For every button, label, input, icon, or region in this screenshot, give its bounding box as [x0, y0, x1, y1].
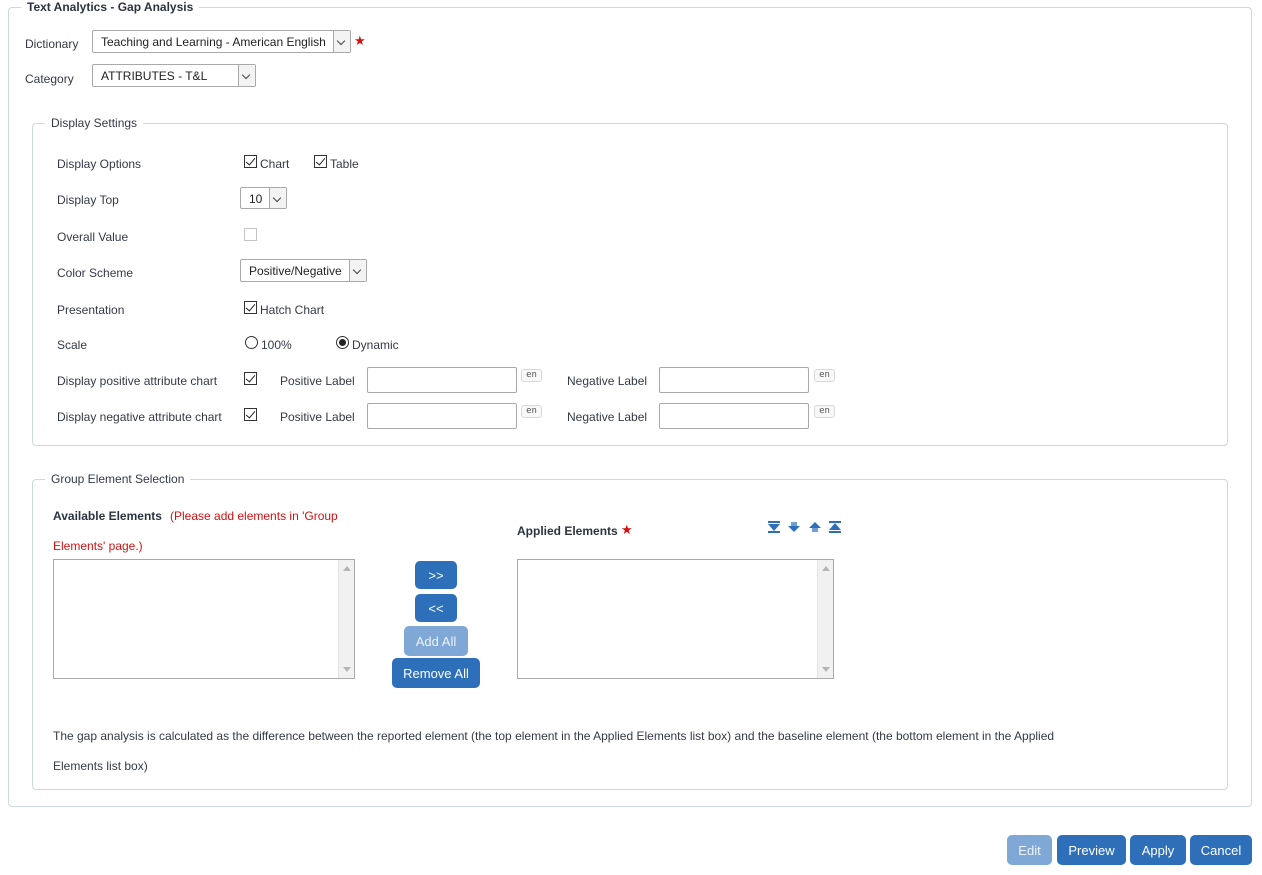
display-settings-panel: Display Settings — [32, 116, 1228, 446]
applied-elements-label: Applied Elements — [517, 524, 618, 538]
negative-chart-positive-label: Positive Label — [280, 410, 355, 424]
panel-title: Text Analytics - Gap Analysis — [27, 0, 194, 14]
add-all-button[interactable]: Add All — [404, 626, 468, 656]
display-options-label: Display Options — [57, 157, 142, 171]
language-tag[interactable]: en — [521, 369, 542, 382]
chevron-down-icon — [349, 260, 366, 281]
color-scheme-value: Positive/Negative — [249, 264, 342, 278]
required-star-icon: ★ — [354, 33, 366, 48]
scrollbar[interactable] — [338, 560, 354, 678]
positive-chart-label: Display positive attribute chart — [57, 374, 218, 388]
color-scheme-label: Color Scheme — [57, 266, 134, 280]
preview-button[interactable]: Preview — [1057, 835, 1126, 865]
group-selection-legend: Group Element Selection — [51, 472, 185, 486]
chevron-down-icon — [238, 65, 255, 86]
available-elements-note: (Please add elements in 'Group — [170, 509, 338, 523]
remove-all-button[interactable]: Remove All — [392, 658, 480, 688]
table-checkbox[interactable] — [314, 155, 327, 168]
negative-chart-positive-input[interactable] — [367, 403, 517, 429]
positive-chart-negative-input[interactable] — [659, 367, 809, 393]
scale-100-label: 100% — [261, 338, 292, 352]
required-star-icon: ★ — [621, 522, 633, 537]
positive-chart-positive-input[interactable] — [367, 367, 517, 393]
scale-dynamic-radio[interactable] — [336, 336, 349, 349]
display-top-label: Display Top — [57, 193, 119, 207]
positive-chart-checkbox[interactable] — [244, 372, 257, 385]
category-value: ATTRIBUTES - T&L — [101, 69, 208, 83]
applied-elements-list[interactable] — [517, 559, 834, 679]
language-tag[interactable]: en — [814, 369, 835, 382]
scale-dynamic-label: Dynamic — [352, 338, 399, 352]
chart-checkbox-label: Chart — [260, 157, 290, 171]
scale-label: Scale — [57, 338, 88, 352]
available-elements-list[interactable] — [53, 559, 355, 679]
dictionary-label: Dictionary — [25, 37, 79, 51]
negative-chart-label: Display negative attribute chart — [57, 410, 222, 424]
overall-value-checkbox[interactable] — [244, 228, 257, 241]
negative-chart-checkbox[interactable] — [244, 408, 257, 421]
dictionary-select[interactable]: Teaching and Learning - American English — [92, 30, 351, 53]
negative-chart-negative-input[interactable] — [659, 403, 809, 429]
remove-selected-button[interactable]: << — [415, 594, 457, 622]
gap-analysis-note-cont: Elements list box) — [53, 759, 148, 773]
table-checkbox-label: Table — [330, 157, 359, 171]
positive-chart-positive-label: Positive Label — [280, 374, 355, 388]
language-tag[interactable]: en — [814, 405, 835, 418]
scrollbar[interactable] — [817, 560, 833, 678]
available-elements-label: Available Elements — [53, 509, 162, 523]
cancel-button[interactable]: Cancel — [1190, 835, 1252, 865]
scale-100-radio[interactable] — [245, 336, 258, 349]
overall-value-label: Overall Value — [57, 230, 129, 244]
hatch-chart-label: Hatch Chart — [260, 303, 325, 317]
hatch-chart-checkbox[interactable] — [244, 301, 257, 314]
available-elements-note-cont: Elements' page.) — [53, 539, 143, 553]
chart-checkbox[interactable] — [244, 155, 257, 168]
category-label: Category — [25, 72, 74, 86]
move-up-icon[interactable] — [808, 521, 822, 533]
apply-button[interactable]: Apply — [1130, 835, 1186, 865]
presentation-label: Presentation — [57, 303, 125, 317]
color-scheme-select[interactable]: Positive/Negative — [240, 259, 367, 282]
move-bottom-icon[interactable] — [767, 521, 781, 533]
language-tag[interactable]: en — [521, 405, 542, 418]
gap-analysis-note: The gap analysis is calculated as the di… — [53, 729, 1055, 743]
dictionary-value: Teaching and Learning - American English — [101, 35, 326, 49]
display-top-select[interactable]: 10 — [240, 187, 287, 209]
chevron-down-icon — [333, 31, 350, 52]
move-top-icon[interactable] — [828, 521, 842, 533]
negative-chart-negative-label: Negative Label — [567, 410, 648, 424]
edit-button[interactable]: Edit — [1007, 835, 1052, 865]
display-settings-legend: Display Settings — [51, 116, 138, 130]
category-select[interactable]: ATTRIBUTES - T&L — [92, 64, 256, 87]
display-top-value: 10 — [249, 192, 263, 206]
add-selected-button[interactable]: >> — [415, 561, 457, 589]
positive-chart-negative-label: Negative Label — [567, 374, 648, 388]
move-down-icon[interactable] — [787, 521, 801, 533]
chevron-down-icon — [269, 188, 286, 208]
